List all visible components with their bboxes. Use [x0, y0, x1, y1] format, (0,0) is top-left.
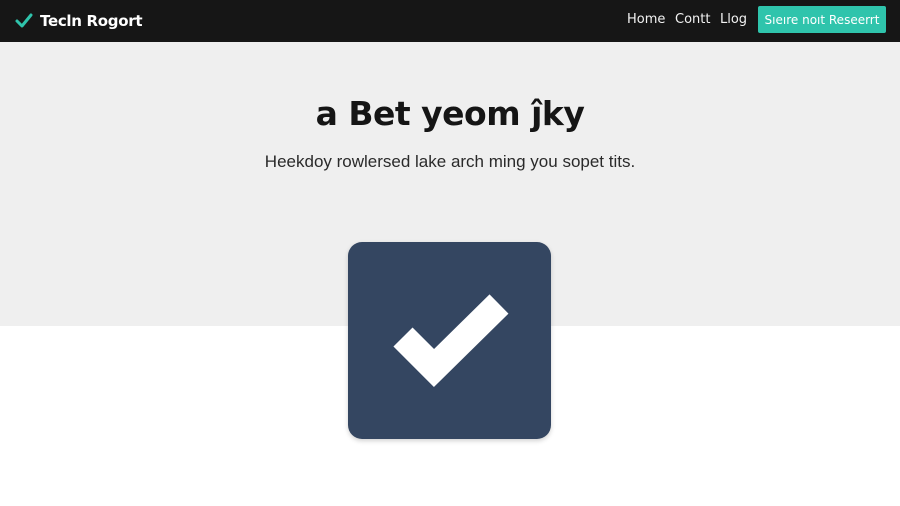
nav-link-contact[interactable]: Contt — [675, 12, 710, 27]
brand-name: Tecln Rogort — [40, 12, 143, 30]
hero-title: a Bet yeom ĵky — [315, 94, 585, 133]
page: Tecln Rogort Home Contt Llog Sıeıre noıt… — [0, 0, 900, 506]
feature-check-tile — [348, 242, 551, 439]
nav-link-log[interactable]: Llog — [720, 12, 747, 27]
checkmark-icon — [15, 13, 33, 28]
cta-button[interactable]: Sıeıre noıt Reseerrt — [758, 6, 886, 33]
top-navbar: Tecln Rogort Home Contt Llog Sıeıre noıt… — [0, 0, 900, 42]
brand-logo[interactable]: Tecln Rogort — [14, 0, 143, 42]
nav-link-home[interactable]: Home — [627, 12, 665, 27]
checkmark-icon — [393, 294, 509, 388]
hero-subtitle: Heekdoy rowlersed lake arch ming you sop… — [264, 152, 636, 171]
